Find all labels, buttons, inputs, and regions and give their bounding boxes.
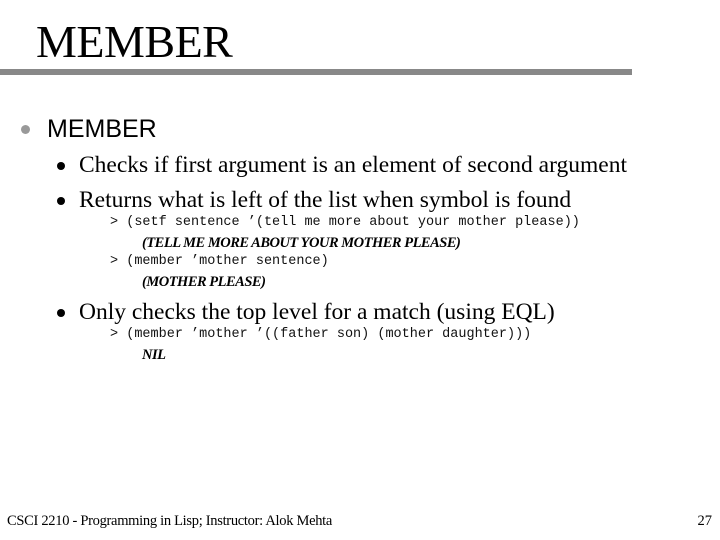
code-example-member: > (member ’mother sentence) bbox=[110, 253, 329, 271]
code-text: (member ’mother sentence) bbox=[126, 254, 329, 269]
bullet-checks-element: Checks if first argument is an element o… bbox=[79, 152, 627, 178]
bullet-member-heading: MEMBER bbox=[47, 115, 157, 143]
bullet-icon bbox=[57, 162, 65, 170]
prompt-symbol: > bbox=[110, 254, 119, 269]
code-example-nested: > (member ’mother ’((father son) (mother… bbox=[110, 326, 531, 344]
code-text: (setf sentence ’(tell me more about your… bbox=[126, 215, 580, 230]
code-text: (member ’mother ’((father son) (mother d… bbox=[126, 327, 532, 342]
prompt-symbol: > bbox=[110, 215, 119, 230]
bullet-icon bbox=[21, 125, 30, 134]
footer-course-info: CSCI 2210 - Programming in Lisp; Instruc… bbox=[7, 513, 333, 529]
code-result: NIL bbox=[142, 347, 166, 363]
bullet-icon bbox=[57, 309, 65, 317]
bullet-top-level-only: Only checks the top level for a match (u… bbox=[79, 299, 555, 325]
slide-title: MEMBER bbox=[36, 16, 233, 67]
bullet-icon bbox=[57, 197, 65, 205]
code-result: (MOTHER PLEASE) bbox=[142, 274, 266, 290]
prompt-symbol: > bbox=[110, 327, 119, 342]
code-example-setf: > (setf sentence ’(tell me more about yo… bbox=[110, 214, 580, 232]
page-number: 27 bbox=[697, 513, 713, 529]
title-divider bbox=[0, 69, 632, 75]
code-result: (TELL ME MORE ABOUT YOUR MOTHER PLEASE) bbox=[142, 235, 461, 251]
bullet-returns-rest: Returns what is left of the list when sy… bbox=[79, 187, 572, 213]
